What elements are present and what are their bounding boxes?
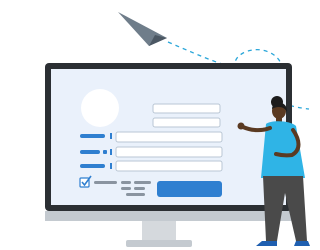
terms-line-4	[121, 187, 131, 190]
name-field-1[interactable]	[152, 103, 221, 114]
name-field-2[interactable]	[152, 117, 221, 128]
person-hand-left	[237, 122, 245, 130]
paper-plane-icon	[118, 12, 167, 46]
text-field-2[interactable]	[115, 146, 223, 158]
text-field-3[interactable]	[115, 160, 223, 172]
monitor-base	[126, 240, 192, 247]
checkbox[interactable]	[79, 175, 92, 188]
field-dot-2b	[110, 149, 112, 155]
field-label-1	[80, 134, 105, 138]
field-label-2	[80, 150, 100, 154]
terms-line-2	[121, 181, 131, 184]
avatar	[81, 89, 119, 127]
submit-button[interactable]	[157, 181, 222, 197]
monitor-chin	[45, 211, 292, 221]
field-dot-3	[110, 163, 112, 169]
monitor-neck	[142, 221, 176, 240]
terms-line-1	[94, 181, 117, 184]
field-label-3	[80, 164, 105, 168]
terms-line-3	[134, 181, 151, 184]
field-dot-2	[103, 150, 107, 154]
terms-line-5	[134, 187, 145, 190]
person-shoe-left	[256, 241, 277, 246]
terms-line-6	[126, 193, 145, 196]
illustration	[45, 12, 310, 247]
field-dot-1	[110, 133, 112, 139]
person-shoe-right	[294, 241, 310, 246]
text-field-1[interactable]	[115, 131, 223, 143]
